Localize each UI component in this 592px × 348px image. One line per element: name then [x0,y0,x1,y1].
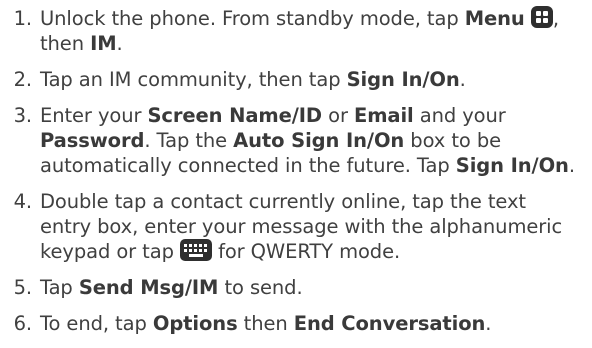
text-segment: Unlock the phone. From standby mode, tap [40,7,465,30]
text-segment: to send. [218,276,303,299]
step-item: 5. Tap Send Msg/IM to send. [0,275,582,300]
bold-term: Password [40,129,145,152]
bold-term: Email [353,104,414,127]
step-text: Enter your Screen Name/ID or Email and y… [40,103,582,178]
text-segment: for QWERTY mode. [211,240,401,263]
text-segment: . [116,32,123,55]
step-number: 5. [13,276,33,299]
bold-term: End Conversation [293,312,486,335]
step-text: To end, tap Options then End Conversatio… [40,311,582,336]
step-item: 1. Unlock the phone. From standby mode, t… [0,6,582,56]
text-segment: . Tap the [144,129,234,152]
text-segment: Tap [40,276,79,299]
steps-list: 1. Unlock the phone. From standby mode, t… [0,6,582,336]
text-segment: or [322,104,354,127]
step-text: Double tap a contact currently online, t… [40,189,582,264]
step-number: 4. [13,190,33,213]
text-segment: To end, tap [40,312,153,335]
step-text: Tap an IM community, then tap Sign In/On… [40,67,582,92]
keyboard-icon [179,239,212,261]
bold-term: Sign In/On [346,68,460,91]
step-text: Tap Send Msg/IM to send. [40,275,582,300]
bold-term: IM [90,32,117,55]
bold-term: Screen Name/ID [147,104,323,127]
bold-term: Sign In/On [455,154,569,177]
text-segment: Tap an IM community, then tap [40,68,347,91]
text-segment: then [237,312,294,335]
text-segment: . [485,312,492,335]
bold-term: Send Msg/IM [78,276,219,299]
step-item: 4. Double tap a contact currently online,… [0,189,582,264]
step-item: 2. Tap an IM community, then tap Sign In/… [0,67,582,92]
text-segment [525,7,531,30]
step-number: 3. [13,104,33,127]
step-number: 6. [13,312,33,335]
bold-term: Auto Sign In/On [233,129,405,152]
text-segment: Enter your [40,104,148,127]
step-item: 3. Enter your Screen Name/ID or Email and… [0,103,582,178]
text-segment: and your [413,104,506,127]
bold-term: Menu [464,7,525,30]
bold-term: Options [152,312,238,335]
text-segment: . [568,154,575,177]
text-segment: . [459,68,466,91]
menu-grid-icon [530,6,553,28]
step-item: 6. To end, tap Options then End Conversat… [0,311,582,336]
step-text: Unlock the phone. From standby mode, tap… [40,6,582,56]
instruction-document: 1. Unlock the phone. From standby mode, t… [0,0,592,348]
step-number: 1. [13,7,33,30]
step-number: 2. [13,68,33,91]
